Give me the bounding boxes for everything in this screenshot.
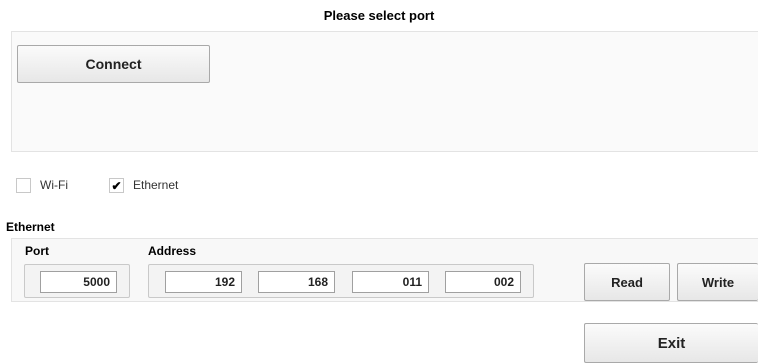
address-octet-3-input[interactable]: 011 (352, 271, 429, 293)
port-input[interactable]: 5000 (40, 271, 117, 293)
address-octet-1-input[interactable]: 192 (165, 271, 242, 293)
connect-button[interactable]: Connect (17, 45, 210, 83)
address-label: Address (148, 244, 197, 258)
address-octet-2-input[interactable]: 168 (258, 271, 335, 293)
page-title: Please select port (323, 8, 435, 23)
ethernet-checkbox-label[interactable]: Ethernet (133, 178, 178, 192)
port-label: Port (25, 244, 49, 258)
read-button[interactable]: Read (584, 263, 670, 301)
checkmark-icon: ✔ (111, 178, 122, 193)
ethernet-section-label: Ethernet (6, 220, 55, 234)
exit-button[interactable]: Exit (584, 323, 758, 363)
ethernet-checkbox[interactable]: ✔ (109, 178, 124, 193)
wifi-checkbox[interactable] (16, 178, 31, 193)
wifi-checkbox-label[interactable]: Wi-Fi (40, 178, 68, 192)
address-octet-4-input[interactable]: 002 (445, 271, 521, 293)
write-button[interactable]: Write (677, 263, 758, 301)
